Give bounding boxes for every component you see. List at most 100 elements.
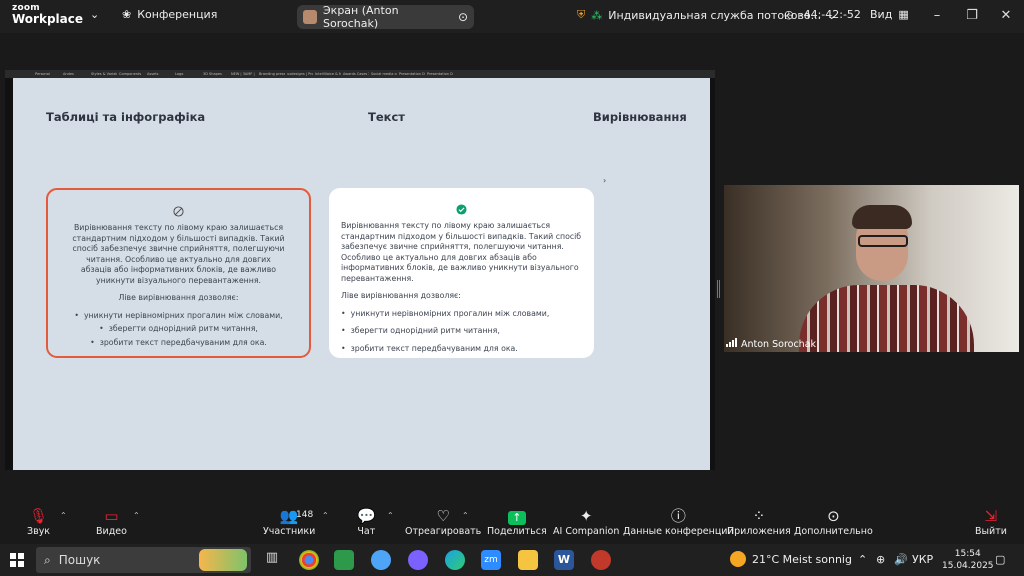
- browser-tab: Assets: [147, 72, 159, 76]
- screen-share-indicator[interactable]: Экран (Anton Sorochak) ⊙: [297, 4, 474, 30]
- react-button[interactable]: ♡ Отреагировать: [405, 506, 481, 537]
- browser-tab: NEW | 3AMF |: [231, 72, 255, 76]
- prohibited-icon: [173, 206, 184, 217]
- chat-label: Чат: [357, 526, 376, 537]
- info-icon: ⓘ: [670, 507, 686, 525]
- minimize-icon[interactable]: –: [927, 6, 947, 26]
- card-bad-example: Вирівнювання тексту по лівому краю залиш…: [46, 188, 311, 358]
- network-icon[interactable]: ⊕: [876, 553, 885, 566]
- notification-icon[interactable]: ▢: [995, 553, 1005, 566]
- app-icon[interactable]: [591, 550, 611, 570]
- view-button[interactable]: Вид ▦: [870, 8, 909, 21]
- meeting-info-button[interactable]: ⓘ Данные конференции: [623, 506, 734, 537]
- zoom-app-icon[interactable]: zm: [481, 550, 501, 570]
- participant-video-tile[interactable]: Anton Sorochak: [724, 185, 1019, 352]
- resize-handle[interactable]: [717, 280, 720, 298]
- browser-tab: uxdesigns | Profiles: [287, 72, 313, 76]
- browser-icon[interactable]: [371, 550, 391, 570]
- shield-icon: ⛨: [577, 8, 586, 21]
- start-button[interactable]: [10, 553, 24, 567]
- info-label: Данные конференции: [623, 526, 734, 537]
- task-view-icon[interactable]: ▥: [262, 550, 282, 570]
- file-explorer-icon[interactable]: [518, 550, 538, 570]
- time: 15:54: [954, 549, 981, 559]
- audio-button[interactable]: 🎙 Звук: [27, 506, 50, 537]
- card-list: уникнути нерівномірних прогалин між слов…: [70, 311, 287, 349]
- heart-icon: ♡: [436, 507, 450, 525]
- search-placeholder: Пошук: [58, 553, 101, 567]
- list-item: зберегти однорідний ритм читання,: [70, 324, 287, 335]
- list-item: зберегти однорідний ритм читання,: [341, 326, 582, 337]
- meeting-timer: ◷ -44:-42:-52: [784, 8, 861, 21]
- video-button[interactable]: ▭ Видео: [96, 506, 127, 537]
- clock-icon: ◷: [784, 8, 794, 21]
- participant-name: Anton Sorochak: [741, 339, 817, 350]
- react-label: Отреагировать: [405, 526, 482, 537]
- participant-glasses: [858, 235, 908, 247]
- weather-icon: [730, 551, 746, 567]
- meeting-name[interactable]: ❀ Конференция: [122, 8, 217, 21]
- share-label: Экран (Anton Sorochak): [323, 4, 399, 30]
- restore-icon[interactable]: ❐: [962, 6, 982, 26]
- card-paragraph: Вирівнювання тексту по лівому краю залиш…: [341, 221, 582, 283]
- browser-tab: Awards Cases 2024: [343, 72, 369, 76]
- taskbar-search[interactable]: ⌕ Пошук: [36, 547, 251, 573]
- cursor-icon: ›: [603, 176, 607, 185]
- search-illustration: [199, 549, 247, 571]
- participant-video: [799, 285, 974, 352]
- language-indicator[interactable]: УКР: [912, 553, 933, 566]
- heading-tables: Таблиці та інфографіка: [46, 110, 206, 124]
- camera-off-icon: ▭: [104, 507, 119, 525]
- browser-tab: Logo: [175, 72, 184, 76]
- more-icon: ⊙: [827, 507, 840, 525]
- participants-count: 148: [296, 510, 314, 520]
- avatar: [303, 10, 317, 24]
- browser-tab: Styles & Variables: [91, 72, 117, 76]
- browser-tab: Presentation Design: [399, 72, 425, 76]
- close-icon[interactable]: ✕: [996, 6, 1016, 26]
- chat-icon: 💬: [357, 507, 376, 525]
- share-button[interactable]: ↑ Поделиться: [487, 506, 547, 537]
- chevron-down-icon[interactable]: ⌄: [90, 8, 99, 21]
- chevron-up-icon[interactable]: ⌃: [858, 553, 867, 566]
- speaker-icon[interactable]: 🔊: [894, 553, 908, 566]
- chevron-up-icon[interactable]: ⌃: [133, 511, 140, 520]
- card-subheading: Ліве вирівнювання дозволяє:: [341, 291, 461, 300]
- viber-icon[interactable]: [408, 550, 428, 570]
- ai-label: AI Companion: [553, 526, 620, 537]
- card-paragraph: Вирівнювання тексту по лівому краю залиш…: [72, 223, 285, 285]
- search-icon: ⌕: [44, 552, 51, 567]
- chat-button[interactable]: 💬 Чат: [357, 506, 376, 537]
- more-options-icon[interactable]: ⊙: [458, 10, 468, 24]
- card-subheading: Ліве вирівнювання дозволяє:: [118, 293, 239, 302]
- clock[interactable]: 15:54 15.04.2025: [942, 548, 994, 572]
- word-icon[interactable]: W: [554, 550, 574, 570]
- signal-icon: ⁂: [591, 8, 603, 22]
- heading-alignment: Вирівнювання: [593, 110, 687, 124]
- participant-hair: [852, 205, 912, 229]
- video-label: Видео: [96, 526, 127, 537]
- timer-label: -44:-42:-52: [799, 8, 861, 21]
- more-button[interactable]: ⊙ Дополнительно: [794, 506, 873, 537]
- ai-companion-button[interactable]: ✦ AI Companion: [553, 506, 619, 537]
- browser-tab: Personal: [35, 72, 50, 76]
- participants-label: Участники: [263, 526, 316, 537]
- browser-tab: Andes: [63, 72, 74, 76]
- chrome-icon[interactable]: [299, 550, 319, 570]
- chevron-up-icon[interactable]: ⌃: [322, 511, 329, 520]
- apps-button[interactable]: ⁘ Приложения: [727, 506, 791, 537]
- meet-icon[interactable]: [334, 550, 354, 570]
- apps-label: Приложения: [727, 526, 791, 537]
- logo-line2: Workplace: [12, 12, 84, 26]
- leave-button[interactable]: ⇲ Выйти: [975, 506, 1007, 537]
- chevron-up-icon[interactable]: ⌃: [60, 511, 67, 520]
- weather-text[interactable]: 21°C Meist sonnig: [752, 553, 852, 566]
- edge-icon[interactable]: [445, 550, 465, 570]
- chevron-up-icon[interactable]: ⌃: [462, 511, 469, 520]
- list-item: зробити текст передбачуваним для ока.: [70, 338, 287, 349]
- share-label: Поделиться: [487, 526, 547, 537]
- heading-text: Текст: [368, 110, 405, 124]
- presentation-slide: Таблиці та інфографіка Текст Вирівнюванн…: [13, 78, 710, 470]
- chevron-up-icon[interactable]: ⌃: [387, 511, 394, 520]
- list-item: уникнути нерівномірних прогалин між слов…: [70, 311, 287, 322]
